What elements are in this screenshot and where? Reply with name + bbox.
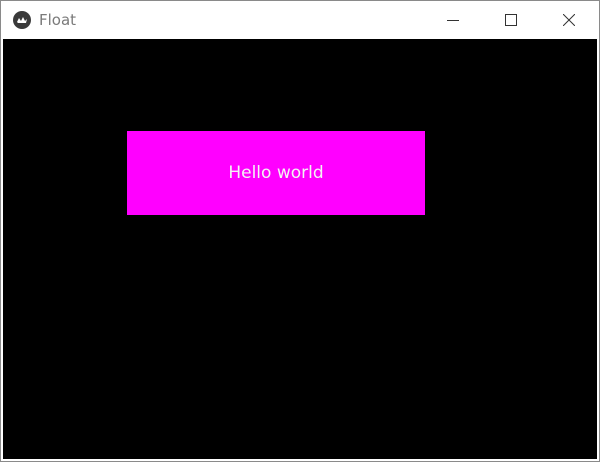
maximize-icon — [505, 14, 517, 26]
float-layout-canvas: Hello world — [3, 39, 597, 459]
title-bar[interactable]: Float — [1, 1, 599, 39]
app-window: Float Hello world — [0, 0, 600, 462]
window-title: Float — [39, 11, 77, 29]
close-icon — [563, 14, 575, 26]
minimize-icon — [447, 20, 459, 21]
kivy-logo-icon — [13, 11, 31, 29]
minimize-button[interactable] — [424, 1, 482, 39]
hello-world-label: Hello world — [127, 131, 425, 215]
close-button[interactable] — [540, 1, 598, 39]
maximize-button[interactable] — [482, 1, 540, 39]
